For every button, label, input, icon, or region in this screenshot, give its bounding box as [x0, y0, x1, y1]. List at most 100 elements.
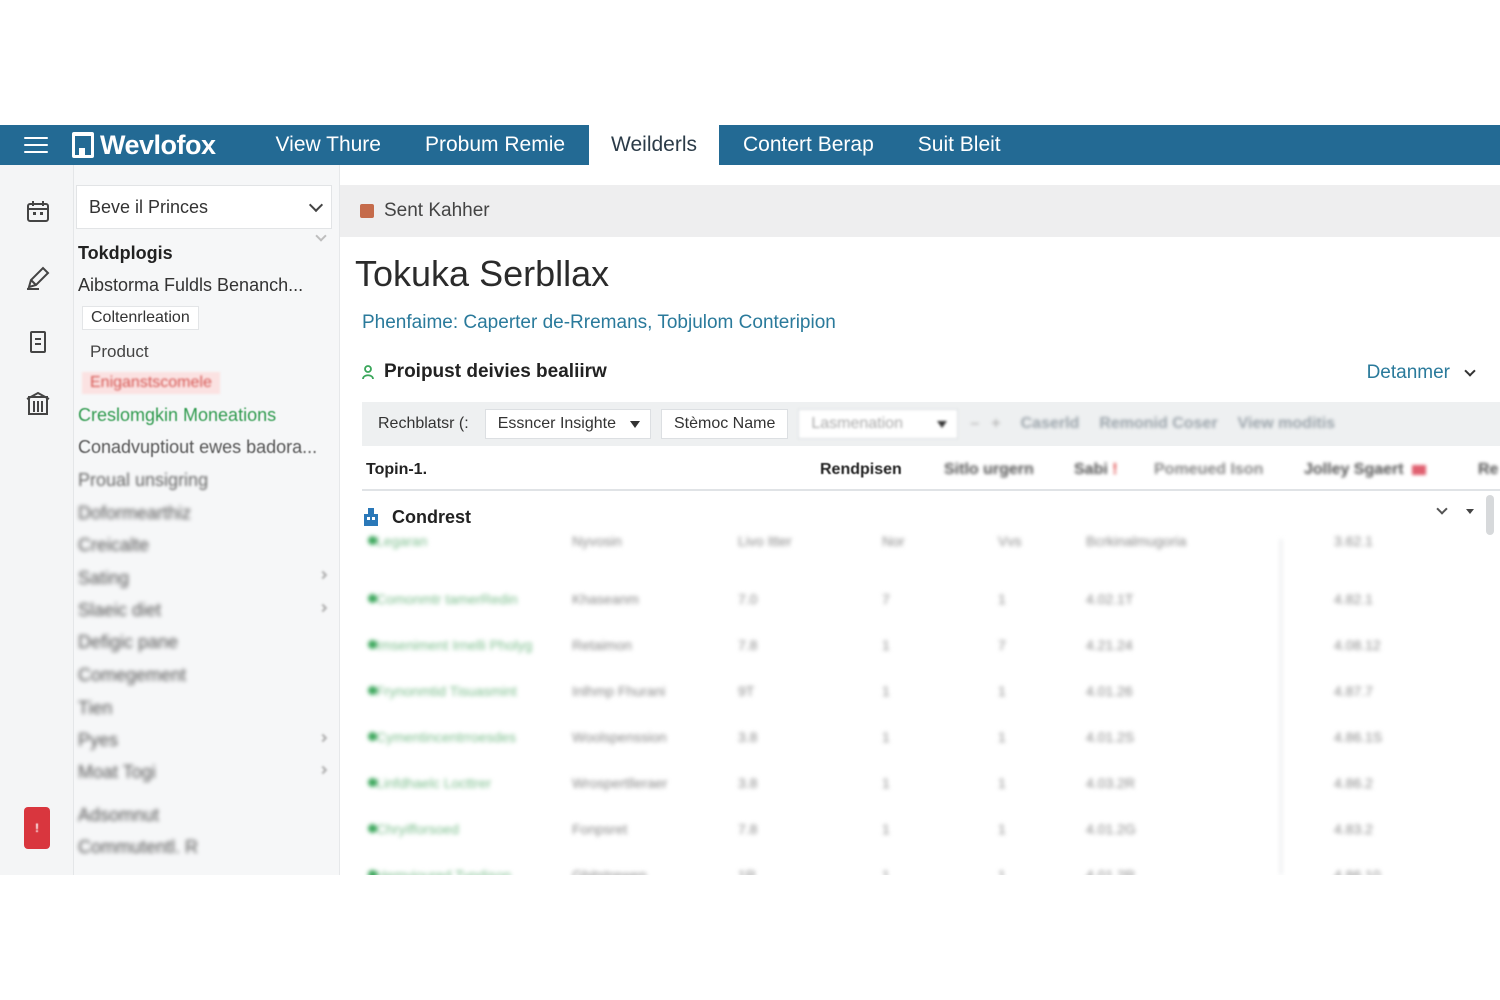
chevron-down-icon [308, 197, 324, 212]
column-header[interactable]: Rendpisen [820, 461, 902, 479]
nav-tab-suit-bleit[interactable]: Suit Bleit [896, 125, 1023, 165]
person-icon [362, 365, 374, 380]
tree-item[interactable]: Pyes [78, 730, 118, 751]
alert-badge[interactable]: ! [24, 807, 50, 849]
chevron-down-icon[interactable] [1436, 503, 1448, 515]
table-row[interactable]: Chryifforsoed Fonpsret 7.8 1 1 4.01.2G 4.83.2 [362, 819, 1482, 843]
nav-tab-view-thure[interactable]: View Thure [254, 125, 403, 165]
app-logo[interactable]: Wevlofox [72, 130, 216, 161]
filter-chip[interactable]: View moditis [1238, 415, 1336, 433]
table-cell: 1 [882, 867, 890, 875]
column-header[interactable]: Topin-1. [366, 461, 427, 479]
table-cell: Inlhmp Fhurani [572, 683, 666, 699]
tree-item[interactable]: Creicalte [78, 535, 149, 556]
table-cell: 7 [998, 637, 1006, 653]
breadcrumb: Sent Kahher [340, 185, 1500, 237]
filter-chip[interactable]: Remonid Coser [1099, 415, 1217, 433]
tree-item[interactable]: Defigic pane [78, 632, 178, 653]
table-row[interactable]: Hemvioured Typdison Gbitstrewen 1R 1 1 4.01.2… [362, 865, 1482, 875]
document-icon[interactable] [25, 329, 51, 355]
table-cell: 1 [882, 821, 890, 837]
section-header: Proipust deivies bealiirw [362, 361, 607, 383]
logo-text: Wevlofox [100, 129, 216, 160]
calendar-icon[interactable] [25, 199, 51, 225]
expand-caret-icon[interactable] [318, 765, 328, 775]
menu-icon[interactable] [0, 125, 72, 165]
table-row[interactable]: Imseniment Irnelli Pholyg Retaimon 7.8 1 7 4.… [362, 635, 1482, 659]
table-row[interactable]: Comonmtr tamerRedin Khaseanm 7.0 7 1 4.02.1T 4… [362, 589, 1482, 613]
tree-item[interactable]: Proual unsigring [78, 470, 208, 491]
expand-caret-icon[interactable] [318, 733, 328, 743]
nav-tab-weilderls[interactable]: Weilderls [589, 125, 720, 165]
nav-tab-probum-remie[interactable]: Probum Remie [403, 125, 587, 165]
table-cell: Retaimon [572, 637, 632, 653]
tree-item[interactable]: Comegement [78, 665, 186, 686]
table-cell: Khaseanm [572, 591, 639, 607]
tree-item[interactable]: Sating [78, 568, 129, 589]
table-cell: 4.01.2R [1086, 867, 1136, 875]
project-select[interactable]: Beve il Princes [76, 185, 332, 229]
breadcrumb-label[interactable]: Sent Kahher [384, 200, 490, 222]
insight-select[interactable]: Essncer Insighte [484, 409, 651, 439]
tree-item[interactable]: Moat Togi [78, 762, 156, 783]
table-cell: 1 [998, 775, 1006, 791]
collapse-chevron-icon[interactable] [315, 230, 327, 242]
tree-item[interactable]: Slaeic diet [78, 600, 161, 621]
dash-icon[interactable]: – [970, 415, 979, 433]
add-icon[interactable]: + [991, 415, 1000, 433]
tree-item[interactable]: Tien [78, 698, 112, 719]
building-icon[interactable] [25, 391, 51, 417]
tree-item[interactable]: Tokdplogis [78, 243, 173, 264]
nav-tab-contert-berap[interactable]: Contert Berap [721, 125, 896, 165]
column-header[interactable]: Sitlo urgern [944, 461, 1034, 479]
tree-item-alert[interactable]: Eniganstscomele [82, 372, 220, 394]
name-input[interactable]: Stèmoc Name [660, 409, 789, 439]
location-select[interactable]: Lasmenation [798, 409, 959, 439]
top-navigation-bar: Wevlofox View Thure Probum Remie Weilder… [0, 125, 1500, 165]
table-row[interactable]: Linfdhaelc Locttrer Wrospertlleraer 3.8 1 1 4… [362, 773, 1482, 797]
project-select-value: Beve il Princes [89, 196, 209, 217]
tree-item[interactable]: Conadvuptiout ewes badora... [78, 437, 317, 458]
main-content: Sent Kahher Tokuka Serbllax Phenfaime: C… [340, 165, 1500, 875]
table-cell: 7.0 [738, 591, 758, 607]
table-cell: 4.01.26 [1086, 683, 1133, 699]
page-title: Tokuka Serbllax [355, 253, 610, 294]
building-icon [364, 508, 378, 526]
table-cell: Gbitstrewen [572, 867, 647, 875]
tree-item[interactable]: Creslomgkin Moneations [78, 405, 276, 426]
tree-item[interactable]: Commutentl. R [78, 837, 198, 858]
table-cell: Wrospertlleraer [572, 775, 668, 791]
table-cell: 1 [998, 867, 1006, 875]
column-header[interactable]: Jolley Sgaert [1304, 461, 1426, 479]
group-row[interactable]: Condrest [362, 499, 1482, 535]
table-cell: 1R [738, 867, 756, 875]
table-row[interactable]: Cymentincentrroesdes Woolspenssion 3.8 1 1 4.… [362, 727, 1482, 751]
table-cell: Nor [882, 533, 905, 549]
scrollbar[interactable] [1486, 495, 1494, 535]
caret-down-icon [937, 420, 948, 428]
table-row[interactable]: Legaran Nyvosin Livo Itter Nor Vvs Bcrkinalmu… [362, 531, 1482, 555]
column-header[interactable]: Re [1478, 461, 1498, 479]
tree-item[interactable]: Adsomnut [78, 805, 159, 826]
chevron-down-icon [1464, 364, 1476, 377]
table-cell: 4.03.2R [1086, 775, 1136, 791]
section-dropdown-label: Detanmer [1366, 362, 1450, 383]
column-header[interactable]: Pomeued Ison [1154, 461, 1263, 479]
table-cell: 1 [882, 637, 890, 653]
tree-item-selected[interactable]: Coltenrleation [82, 306, 199, 330]
table-row[interactable]: Frynonmtid Tisuasmint Inlhmp Fhurani 9T 1 1 4… [362, 681, 1482, 705]
tree-item[interactable]: Aibstorma Fuldls Benanch... [78, 275, 303, 296]
expand-caret-icon[interactable] [318, 570, 328, 580]
tree-item[interactable]: Product [90, 342, 149, 362]
data-table: Legaran Nyvosin Livo Itter Nor Vvs Bcrkinalmu… [362, 533, 1482, 875]
table-cell: Vvs [998, 533, 1022, 549]
pen-icon[interactable] [25, 265, 51, 291]
filter-chip[interactable]: Caserld [1021, 415, 1080, 433]
expand-caret-icon[interactable] [318, 603, 328, 613]
table-cell: 4.01.2G [1086, 821, 1136, 837]
tree-item[interactable]: Doformearthiz [78, 503, 191, 524]
caret-down-icon[interactable] [1466, 509, 1474, 514]
table-cell: Fonpsret [572, 821, 628, 837]
column-header[interactable]: Sabi ! [1074, 461, 1118, 479]
section-dropdown[interactable]: Detanmer [1366, 362, 1476, 384]
